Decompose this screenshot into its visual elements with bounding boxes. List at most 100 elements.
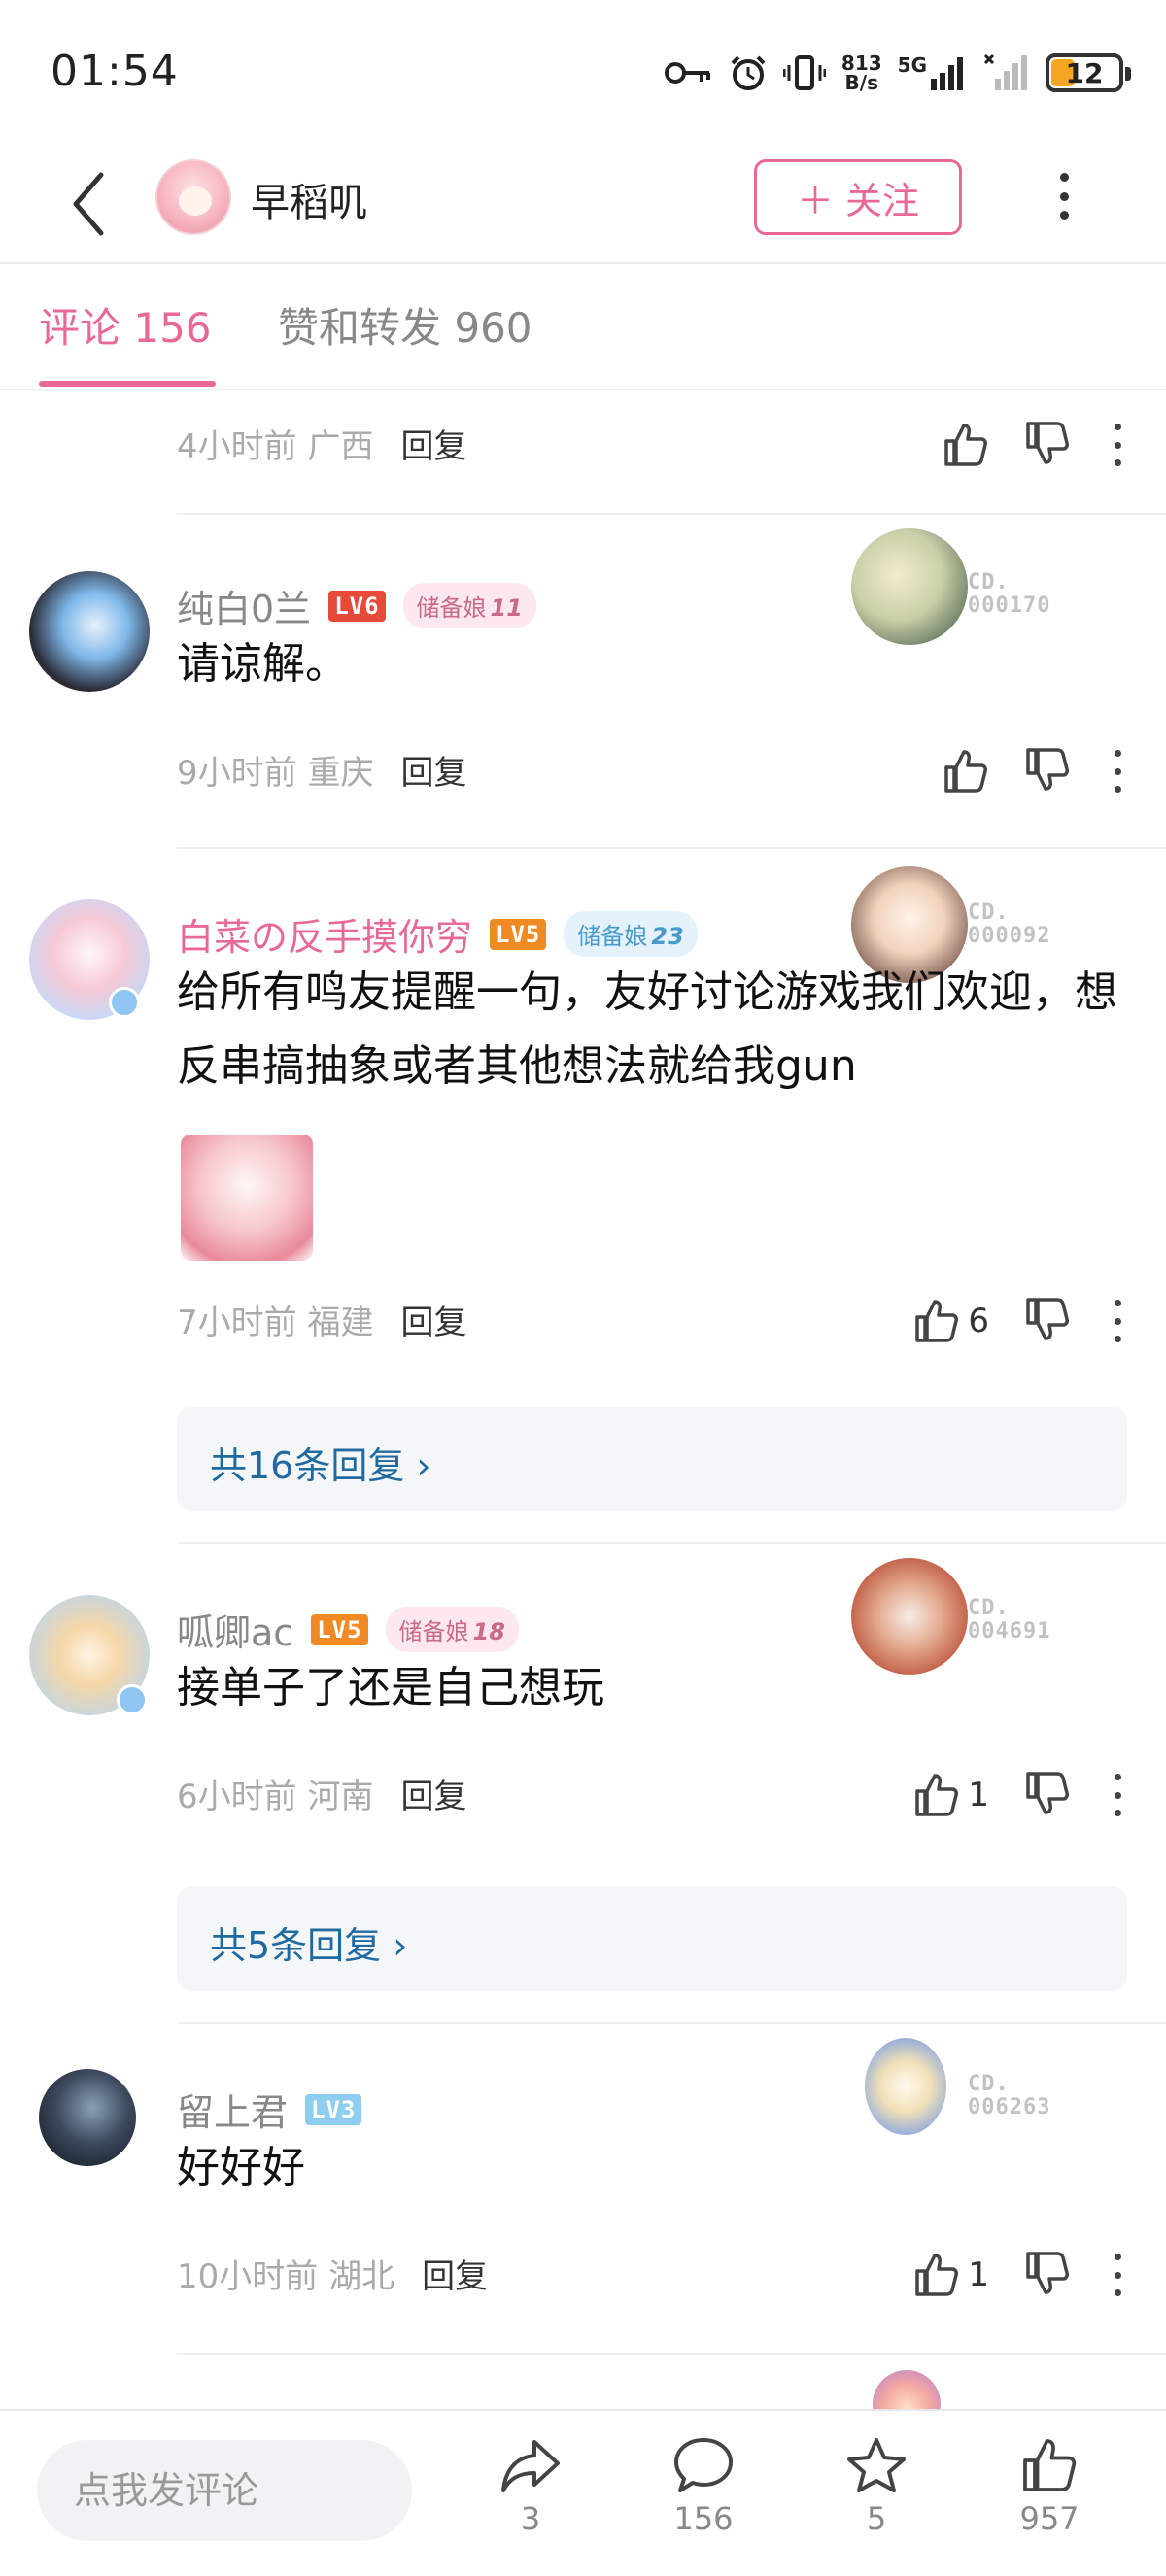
thumbs-up-icon: [915, 1300, 959, 1342]
fan-card-id: CD. 000170: [968, 570, 1051, 618]
signal-weak-icon: [983, 53, 1027, 90]
view-replies-button[interactable]: 共16条回复 ›: [177, 1407, 1127, 1511]
comment-more-icon[interactable]: [1112, 750, 1123, 793]
comments-button[interactable]: 156: [645, 2436, 762, 2537]
thumbs-down-icon: [1026, 1772, 1069, 1814]
dislike-button[interactable]: [1024, 2250, 1071, 2300]
top-header: 早稻叽 ＋ 关注: [0, 146, 1166, 264]
thumbs-down-icon: [1026, 422, 1069, 464]
user-avatar[interactable]: [29, 571, 150, 692]
comment-more-icon[interactable]: [1112, 424, 1123, 466]
dislike-button[interactable]: [1024, 1770, 1071, 1820]
key-icon: [664, 62, 710, 84]
like-button[interactable]: 1: [913, 1772, 989, 1818]
comment-item: CD. 006263 留上君 LV3 好好好 10小时前 湖北 回复 1: [0, 2024, 1166, 2355]
like-button[interactable]: [943, 748, 989, 795]
favorite-button[interactable]: 5: [818, 2436, 935, 2537]
author-avatar[interactable]: [155, 159, 231, 235]
comment-more-icon[interactable]: [1112, 1774, 1123, 1816]
reply-button[interactable]: 回复: [400, 1778, 466, 1816]
battery-icon: 12: [1046, 53, 1131, 92]
thumbs-down-icon: [1026, 748, 1069, 791]
like-button[interactable]: 1: [913, 2252, 989, 2298]
dislike-button[interactable]: [1024, 1296, 1071, 1346]
thumbs-up-icon: [944, 424, 987, 466]
like-post-button[interactable]: 957: [991, 2436, 1108, 2537]
comment-text: 请谅解。: [177, 639, 348, 689]
status-bar: 01:54 813 B/s 5G 12: [0, 0, 1166, 146]
comment-item: CD. 000092 白菜の反手摸你穷 LV5 储备娘 23 给所有鸣友提醒一句，友…: [0, 849, 1166, 1544]
tab-likes-shares[interactable]: 赞和转发 960: [278, 295, 532, 355]
fan-card-id: CD. 006263: [968, 2072, 1051, 2119]
comment-bubble-icon: [674, 2438, 733, 2492]
thumbs-up-icon: [915, 2254, 959, 2296]
comment-more-icon[interactable]: [1112, 2254, 1123, 2296]
comment-input[interactable]: [37, 2440, 412, 2541]
alarm-icon: [731, 55, 766, 90]
comment-username[interactable]: 白菜の反手摸你穷 LV5 储备娘 23: [177, 907, 698, 961]
vibrate-icon: [782, 55, 826, 90]
tab-indicator: [39, 381, 216, 387]
fan-badge: 储备娘 11: [402, 583, 536, 628]
star-icon: [847, 2438, 906, 2492]
view-replies-button[interactable]: 共5条回复 ›: [177, 1886, 1127, 1991]
comment-text: 给所有鸣友提醒一句，友好讨论游戏我们欢迎，想反串搞抽象或者其他想法就给我gun: [177, 967, 1117, 1091]
comment-meta: 10小时前 湖北 回复: [177, 2257, 489, 2296]
comment-feed[interactable]: 4小时前 广西 回复 CD. 000170 纯白0兰 LV6 储备娘 11 请谅解。 …: [0, 392, 1166, 2409]
sticker-image[interactable]: [181, 1135, 313, 1261]
like-button[interactable]: [943, 422, 989, 468]
share-count: 3: [520, 2500, 541, 2537]
comment-username[interactable]: 纯白0兰 LV6 储备娘 11: [177, 579, 536, 632]
comment-actions: [943, 416, 1123, 474]
comment-input-field[interactable]: [37, 2440, 412, 2541]
thumbs-up-icon: [1023, 2439, 1077, 2491]
comment-meta: 9小时前 重庆 回复: [177, 754, 467, 793]
bottom-action-bar: 3 156 5 957: [0, 2409, 1166, 2576]
dislike-button[interactable]: [1024, 420, 1071, 470]
level-badge: LV5: [490, 918, 547, 950]
reply-button[interactable]: 回复: [422, 2257, 488, 2296]
like-count: 6: [968, 1302, 989, 1340]
like-count: 1: [968, 2255, 989, 2294]
comment-meta: 4小时前 广西 回复: [177, 427, 467, 466]
level-badge: LV3: [305, 2093, 362, 2125]
level-badge: LV5: [311, 1613, 368, 1645]
reply-button[interactable]: 回复: [400, 427, 466, 466]
like-button[interactable]: 6: [913, 1298, 989, 1344]
comment-item: CD. 004691 呱卿ac LV5 储备娘 18 接单子了还是自己想玩 6小时前…: [0, 1544, 1166, 2024]
like-post-count: 957: [1019, 2500, 1080, 2537]
fan-card-id: CD. 004691: [968, 1596, 1051, 1644]
favorite-count: 5: [866, 2500, 887, 2537]
fan-card-id: CD. 000092: [968, 900, 1051, 948]
thumbs-down-icon: [1026, 2252, 1069, 2294]
comment-actions: [943, 742, 1123, 800]
share-icon: [501, 2440, 560, 2492]
reply-button[interactable]: 回复: [400, 754, 466, 793]
like-count: 1: [968, 1776, 989, 1814]
more-options-icon[interactable]: [1049, 167, 1079, 225]
user-avatar[interactable]: [39, 2069, 136, 2166]
verified-icon: [117, 1684, 148, 1715]
status-time: 01:54: [51, 47, 179, 96]
back-arrow-icon[interactable]: [62, 165, 120, 243]
comment-actions: 1: [913, 1766, 1123, 1824]
follow-button[interactable]: ＋ 关注: [754, 159, 962, 235]
signal-5g-icon: 5G: [898, 55, 968, 90]
reply-button[interactable]: 回复: [400, 1304, 466, 1342]
dislike-button[interactable]: [1024, 746, 1071, 797]
comment-actions: 6: [913, 1292, 1123, 1350]
comment-item: 4小时前 广西 回复: [0, 392, 1166, 515]
comment-actions: 1: [913, 2246, 1123, 2304]
level-badge: LV6: [328, 590, 386, 622]
author-name[interactable]: 早稻叽: [251, 171, 367, 227]
share-button[interactable]: 3: [472, 2436, 589, 2537]
comment-more-icon[interactable]: [1112, 1300, 1123, 1342]
fan-card-image: [865, 2038, 946, 2135]
comment-meta: 6小时前 河南 回复: [177, 1778, 467, 1816]
comment-username[interactable]: 留上君 LV3: [177, 2083, 362, 2136]
comment-item: CD. 000170 纯白0兰 LV6 储备娘 11 请谅解。 9小时前 重庆 回复: [0, 515, 1166, 849]
fan-badge: 储备娘 23: [564, 911, 698, 957]
thumbs-up-icon: [944, 750, 987, 793]
tab-comments[interactable]: 评论 156: [39, 295, 212, 355]
comment-username[interactable]: 呱卿ac LV5 储备娘 18: [177, 1603, 519, 1656]
